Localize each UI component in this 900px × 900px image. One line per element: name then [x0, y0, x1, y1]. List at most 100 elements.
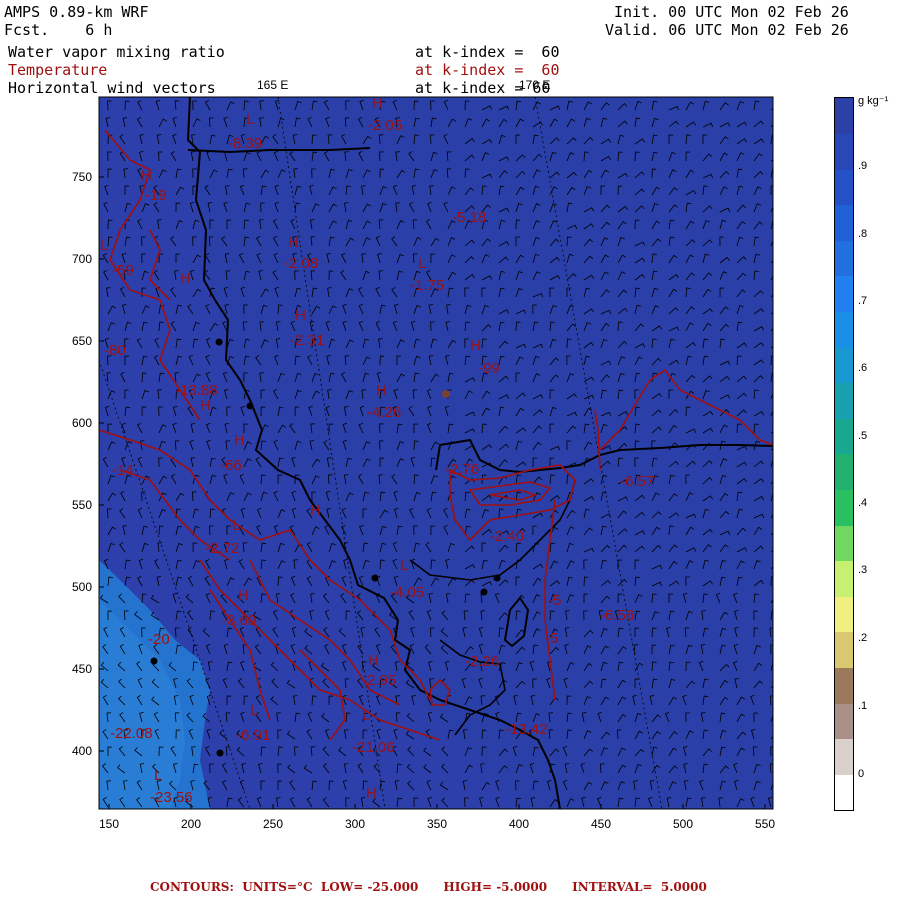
temperature-label: -14 [112, 462, 134, 479]
y-tick-label: 750 [72, 170, 92, 184]
high-marker: H [366, 785, 377, 802]
colorbar-segment [835, 774, 853, 811]
colorbar-segment [835, 133, 853, 170]
temperature-label: -19 [145, 187, 167, 204]
temperature-label: -3.60 [222, 612, 256, 629]
colorbar-label: .5 [858, 430, 868, 442]
high-marker: H [200, 397, 211, 414]
high-marker: H [141, 167, 152, 184]
low-marker: L [246, 111, 254, 128]
temperature-label: -2.72 [205, 540, 239, 557]
temperature-label: -4.05 [390, 584, 424, 601]
colorbar-segment [835, 560, 853, 597]
colorbar-segment [835, 240, 853, 277]
temperature-label: -8.39 [228, 135, 262, 152]
high-marker: H [470, 337, 481, 354]
colorbar-segment [835, 382, 853, 419]
y-tick-label: 550 [72, 498, 92, 512]
x-tick-label: 450 [591, 817, 611, 831]
y-tick-label: 450 [72, 662, 92, 676]
colorbar-label: .2 [858, 632, 868, 644]
temperature-label: -4.26 [367, 404, 401, 421]
temperature-label: -80 [104, 342, 126, 359]
colorbar-units: g kg⁻¹ [858, 95, 889, 107]
temperature-label: -1.75 [410, 277, 444, 294]
temperature-label: -2.08 [284, 255, 318, 272]
temperature-label: -23.56 [150, 789, 193, 806]
temperature-label: -5 [548, 592, 561, 609]
colorbar-label: .3 [858, 564, 868, 576]
y-tick-label: 500 [72, 580, 92, 594]
colorbar-label: .1 [858, 700, 868, 712]
colorbar-segment [835, 738, 853, 775]
temperature-label: -21.06 [352, 739, 395, 756]
colorbar-label: .8 [858, 228, 868, 240]
temperature-label: -2.40 [490, 528, 524, 545]
low-marker: L [362, 707, 370, 724]
contour-info: CONTOURS: UNITS=°C LOW= -25.000 HIGH= -5… [150, 880, 707, 894]
x-tick-label: 400 [509, 817, 529, 831]
temperature-label: -22.08 [110, 725, 153, 742]
temperature-label: -6.56 [600, 607, 634, 624]
y-tick-label: 400 [72, 744, 92, 758]
colorbar-label: .9 [858, 160, 868, 172]
temperature-label: -13.88 [175, 382, 218, 399]
high-marker: H [180, 270, 191, 287]
temperature-label: -6.57 [620, 473, 654, 490]
high-marker: H [310, 502, 321, 519]
high-marker: H [372, 95, 383, 112]
low-marker: L [232, 517, 240, 534]
high-marker: H [238, 587, 249, 604]
temperature-label: -2.31 [290, 332, 324, 349]
temperature-label: -2.26 [465, 653, 499, 670]
high-marker: H [376, 382, 387, 399]
y-tick-label: 700 [72, 252, 92, 266]
colorbar-segment [835, 347, 853, 384]
colorbar-label: .4 [858, 497, 868, 509]
colorbar-segment [835, 276, 853, 313]
x-tick-label: 200 [181, 817, 201, 831]
colorbar-label: 0 [858, 768, 865, 780]
colorbar-segment [835, 311, 853, 348]
temperature-label: -2.76 [445, 461, 479, 478]
temperature-label: -66 [220, 457, 242, 474]
low-marker: L [100, 237, 108, 254]
high-marker: H [368, 652, 379, 669]
meridian-label-165: 165 E [257, 78, 288, 92]
colorbar-segment [835, 98, 853, 135]
high-marker: H [234, 432, 245, 449]
temperature-label: -99 [478, 360, 500, 377]
low-marker: L [418, 255, 426, 272]
colorbar-segment [835, 667, 853, 704]
x-tick-label: 550 [755, 817, 775, 831]
x-tick-label: 500 [673, 817, 693, 831]
colorbar-segment [835, 632, 853, 669]
colorbar [834, 97, 854, 811]
colorbar-segment [835, 418, 853, 455]
colorbar-segment [835, 204, 853, 241]
meridian-label-170: 170 E [519, 78, 550, 92]
high-marker: H [288, 234, 299, 251]
temperature-label: -20 [148, 631, 170, 648]
temperature-label: -6.91 [236, 727, 270, 744]
temperature-label: -13.42 [505, 721, 548, 738]
colorbar-segment [835, 169, 853, 206]
temperature-label: -2.05 [368, 117, 402, 134]
x-tick-label: 300 [345, 817, 365, 831]
low-marker: L [250, 702, 258, 719]
temperature-label: -5.18 [452, 209, 486, 226]
temperature-label: -2.95 [362, 672, 396, 689]
x-tick-label: 250 [263, 817, 283, 831]
temperature-label: -59 [112, 262, 134, 279]
map-plot: -8.39 -2.05 -19 -5.18 -2.08 -59 -1.75 -2.31 -80 -… [72, 78, 775, 831]
low-marker: L [154, 767, 162, 784]
x-tick-label: 150 [99, 817, 119, 831]
low-marker: L [400, 557, 408, 574]
colorbar-label: .6 [858, 362, 868, 374]
y-tick-label: 600 [72, 416, 92, 430]
y-tick-label: 650 [72, 334, 92, 348]
colorbar-label: .7 [858, 295, 868, 307]
colorbar-segment [835, 525, 853, 562]
colorbar-segment [835, 489, 853, 526]
colorbar-segment [835, 454, 853, 491]
